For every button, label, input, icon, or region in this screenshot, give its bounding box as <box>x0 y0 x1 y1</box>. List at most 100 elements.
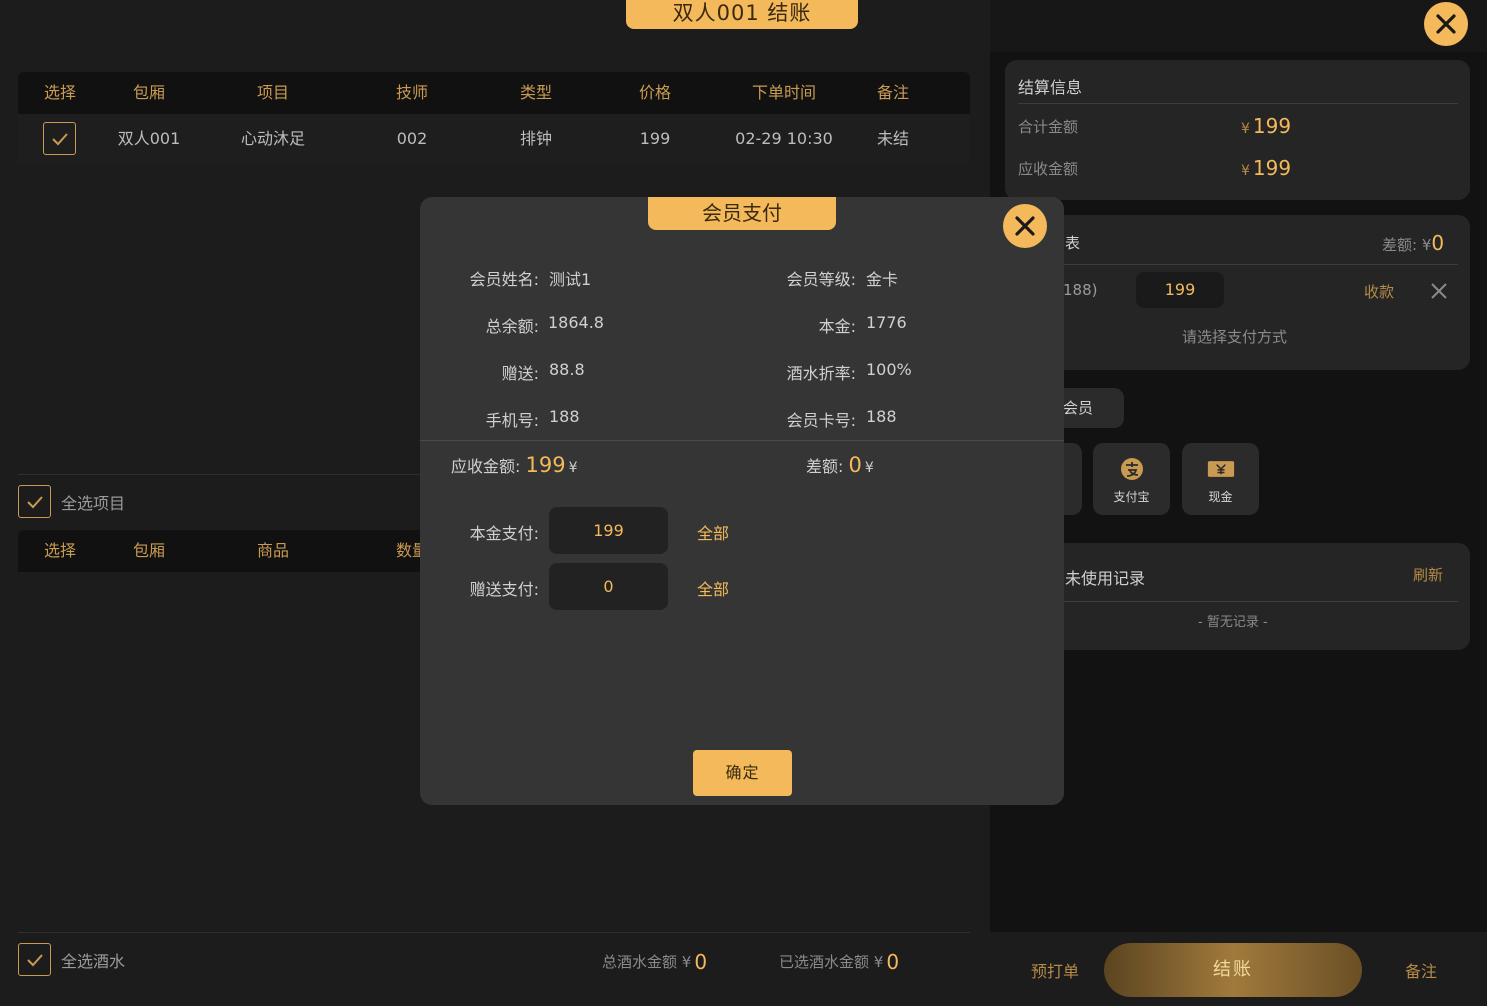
col-type: 类型 <box>519 83 553 102</box>
member-payment-dialog: 会员支付 会员姓名: 测试1 会员等级: 金卡 总余额: 1864.8 本金: … <box>420 197 1064 805</box>
remove-payment-icon[interactable] <box>1430 282 1448 304</box>
page-title: 双人001 结账 <box>626 0 858 29</box>
select-all-drinks-label: 全选酒水 <box>61 951 126 971</box>
drinks-total-value: 0 <box>694 950 708 974</box>
cash-icon <box>1207 461 1234 477</box>
col-item: 项目 <box>256 83 290 102</box>
currency-symbol: ¥ <box>568 460 578 476</box>
payment-diff-value: 0 <box>1431 231 1445 255</box>
payment-list-title: 表 <box>1065 234 1081 252</box>
dialog-close-button[interactable] <box>1003 204 1047 248</box>
checkout-button[interactable]: 结账 <box>1104 943 1362 997</box>
check-icon <box>51 132 68 145</box>
due-amount-value: ¥199 <box>1241 156 1291 180</box>
divider <box>1018 264 1458 265</box>
col-product: 商品 <box>256 541 290 560</box>
bonus-pay-input[interactable]: 0 <box>549 563 668 610</box>
drinks-total: 总酒水金额 ¥0 <box>602 950 707 974</box>
principal-value: 1776 <box>866 313 907 332</box>
card-number-value: 188 <box>866 407 897 426</box>
cell-note: 未结 <box>876 129 910 148</box>
col-select: 选择 <box>43 541 77 560</box>
close-button[interactable] <box>1424 2 1468 46</box>
payment-entry-amount[interactable]: 199 <box>1136 272 1224 308</box>
close-icon <box>1015 216 1035 236</box>
drink-discount-label: 酒水折率: <box>786 364 856 383</box>
total-amount-number: 199 <box>1252 114 1292 138</box>
col-note: 备注 <box>876 83 910 102</box>
close-icon <box>1436 14 1456 34</box>
no-records-text: - 暂无记录 - <box>1198 615 1268 630</box>
due-amount-number: 199 <box>1252 156 1292 180</box>
difference-label: 差额: <box>806 457 844 476</box>
bonus-pay-label: 赠送支付: <box>469 580 539 599</box>
principal-label: 本金: <box>818 317 856 336</box>
row-checkbox[interactable] <box>43 122 76 155</box>
payment-diff-label: 差额: ¥ <box>1382 236 1432 254</box>
cell-time: 02-29 10:30 <box>735 129 833 148</box>
currency-symbol: ¥ <box>1241 163 1250 179</box>
bonus-value: 88.8 <box>549 360 585 379</box>
collect-button[interactable]: 收款 <box>1364 281 1394 302</box>
total-amount-label: 合计金额 <box>1018 118 1079 136</box>
cell-tech: 002 <box>396 129 428 148</box>
settlement-card: 结算信息 合计金额 ¥199 应收金额 ¥199 <box>1005 60 1470 200</box>
total-balance-value: 1864.8 <box>548 313 604 332</box>
bonus-label: 赠送: <box>501 364 539 383</box>
col-room: 包厢 <box>132 541 166 560</box>
currency-symbol: ¥ <box>864 460 874 476</box>
member-level-label: 会员等级: <box>786 270 856 289</box>
remark-button[interactable]: 备注 <box>1405 958 1437 982</box>
cell-type: 排钟 <box>519 129 553 148</box>
select-all-items-label: 全选项目 <box>61 493 126 513</box>
payment-hint: 请选择支付方式 <box>1182 328 1288 346</box>
unused-records-card: 未使用记录 刷新 - 暂无记录 - <box>1005 543 1470 650</box>
principal-pay-all-button[interactable]: 全部 <box>697 520 729 544</box>
divider <box>1018 601 1458 602</box>
cell-room: 双人001 <box>117 129 181 148</box>
cell-item: 心动沐足 <box>240 129 306 148</box>
alipay-method[interactable]: 支付宝 <box>1093 443 1170 515</box>
total-balance-label: 总余额: <box>485 317 539 336</box>
alipay-icon <box>1120 458 1143 480</box>
due-amount-label: 应收金额: <box>451 457 521 476</box>
table-row[interactable]: 双人001 心动沐足 002 排钟 199 02-29 10:30 未结 <box>18 114 970 164</box>
select-all-items-checkbox[interactable] <box>18 485 51 518</box>
currency-symbol: ¥ <box>1241 121 1250 137</box>
payment-diff: 差额: ¥0 <box>1382 231 1444 255</box>
cash-label: 现金 <box>1208 490 1233 504</box>
confirm-button[interactable]: 确定 <box>693 750 792 796</box>
col-tech: 技师 <box>395 83 429 102</box>
alipay-label: 支付宝 <box>1113 490 1150 504</box>
member-name-label: 会员姓名: <box>469 270 539 289</box>
drinks-selected-label: 已选酒水金额 ¥ <box>779 953 884 971</box>
drink-discount-value: 100% <box>866 360 912 379</box>
total-amount-value: ¥199 <box>1241 114 1291 138</box>
cell-price: 199 <box>639 129 671 148</box>
bonus-pay-all-button[interactable]: 全部 <box>697 576 729 600</box>
phone-value: 188 <box>549 407 580 426</box>
divider <box>420 440 1064 441</box>
select-all-drinks-checkbox[interactable] <box>18 943 51 976</box>
orders-table-header: 选择 包厢 项目 技师 类型 价格 下单时间 备注 <box>18 72 970 114</box>
member-method-tab[interactable]: 会员 <box>1055 388 1124 428</box>
col-room: 包厢 <box>132 83 166 102</box>
due-amount: 应收金额: 199 ¥ <box>451 453 578 477</box>
drinks-selected-total: 已选酒水金额 ¥0 <box>779 950 899 974</box>
select-all-drinks[interactable]: 全选酒水 <box>18 943 125 976</box>
refresh-button[interactable]: 刷新 <box>1413 564 1443 585</box>
col-time: 下单时间 <box>751 83 817 102</box>
cash-method[interactable]: 现金 <box>1182 443 1259 515</box>
card-number-label: 会员卡号: <box>786 411 856 430</box>
divider <box>18 932 970 933</box>
payment-entry-label: 188) <box>1063 281 1098 299</box>
difference-value: 0 <box>848 453 862 477</box>
phone-label: 手机号: <box>485 411 539 430</box>
col-select: 选择 <box>43 83 77 102</box>
check-icon <box>26 495 43 508</box>
due-amount-label: 应收金额 <box>1018 160 1079 178</box>
pre-print-button[interactable]: 预打单 <box>1031 958 1079 982</box>
select-all-items[interactable]: 全选项目 <box>18 485 125 518</box>
col-price: 价格 <box>638 83 672 102</box>
principal-pay-input[interactable]: 199 <box>549 507 668 554</box>
